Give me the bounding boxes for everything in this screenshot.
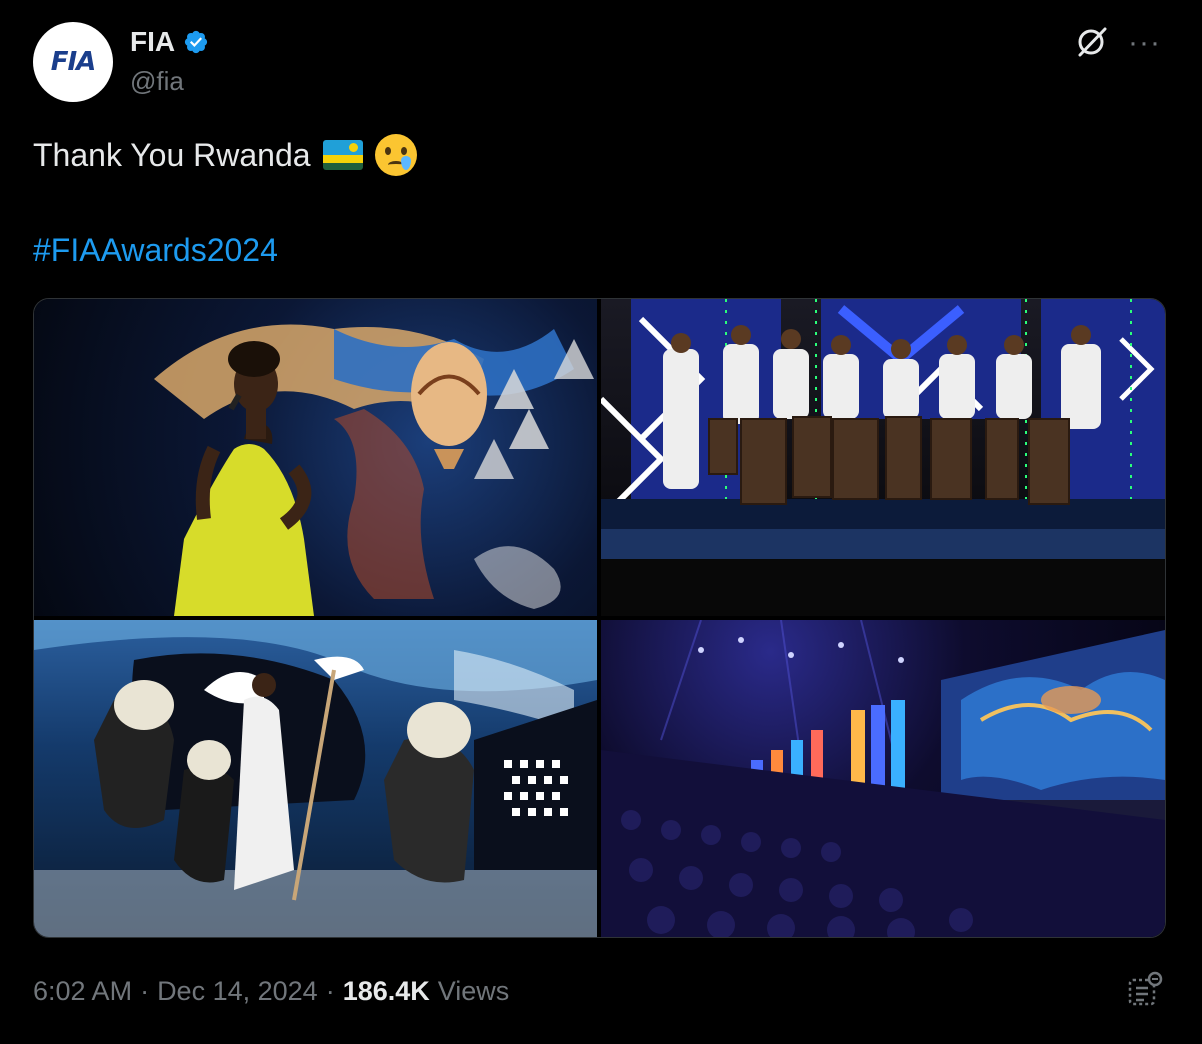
separator: · bbox=[140, 976, 150, 1006]
drummers-performance-photo[interactable] bbox=[601, 299, 1165, 616]
singer-on-stage-photo[interactable] bbox=[34, 299, 597, 616]
hashtag-link[interactable]: #FIAAwards2024 bbox=[33, 232, 278, 269]
rwanda-flag-icon bbox=[322, 140, 363, 170]
tweet-time[interactable]: 6:02 AM bbox=[33, 976, 132, 1007]
verified-badge-icon bbox=[185, 30, 208, 54]
tweet-metadata: 6:02 AM · Dec 14, 2024 · 186.4K Views bbox=[33, 976, 509, 1007]
traditional-dancers-photo[interactable] bbox=[34, 620, 597, 937]
arena-scene bbox=[601, 620, 1165, 937]
more-icon[interactable]: ··· bbox=[1128, 26, 1161, 60]
views-label: Views bbox=[437, 976, 510, 1006]
grok-icon[interactable] bbox=[1074, 24, 1110, 60]
tweet-text: Thank You Rwanda bbox=[33, 134, 417, 176]
avatar[interactable]: FIA bbox=[33, 22, 113, 102]
avatar-logo: FIA bbox=[50, 47, 97, 77]
media-grid bbox=[33, 298, 1166, 938]
author-handle[interactable]: @fia bbox=[130, 66, 184, 97]
singer-scene bbox=[154, 324, 594, 616]
dancers-scene bbox=[34, 620, 597, 937]
tweet-text-content: Thank You Rwanda bbox=[33, 136, 311, 173]
audience-arena-photo[interactable] bbox=[601, 620, 1165, 937]
author-name-row: FIA bbox=[130, 26, 209, 58]
views-count: 186.4K bbox=[342, 976, 430, 1006]
analytics-icon[interactable] bbox=[1124, 970, 1164, 1010]
face-holding-back-tears-icon bbox=[374, 134, 417, 176]
separator: · bbox=[325, 976, 335, 1006]
drummers-scene bbox=[601, 299, 1165, 616]
tweet-date[interactable]: Dec 14, 2024 bbox=[157, 976, 318, 1007]
author-name[interactable]: FIA bbox=[130, 26, 175, 58]
